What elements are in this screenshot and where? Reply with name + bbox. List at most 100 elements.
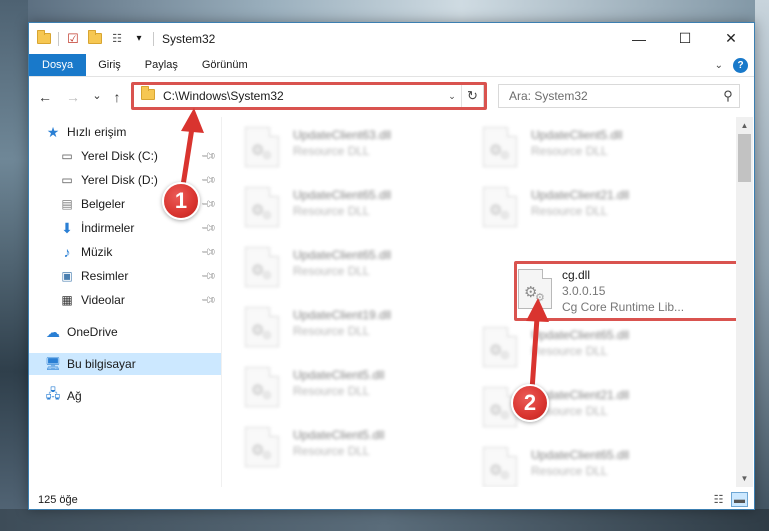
file-tile[interactable]: ⚙ ⚙ UpdateClient5.dll Resource DLL: [483, 123, 713, 175]
file-name: UpdateClient65.dll: [531, 328, 630, 342]
window-controls: — ☐ ✕: [616, 23, 754, 54]
pin-icon: 📌︎: [200, 291, 218, 309]
forward-button[interactable]: →: [63, 86, 83, 108]
quick-access-toolbar: ☑ ☷ ▾: [29, 30, 154, 47]
toolbar-divider: [58, 31, 59, 46]
sidebar-item-network[interactable]: 🖧︎ Ağ: [29, 385, 221, 407]
file-tile[interactable]: ⚙ ⚙ UpdateClient65.dll Resource DLL: [483, 323, 713, 375]
properties-icon[interactable]: ☑: [65, 31, 81, 47]
back-button[interactable]: ←: [35, 86, 55, 108]
sidebar-item-drive-c[interactable]: ▭ Yerel Disk (C:) 📌︎: [29, 145, 221, 167]
dll-file-icon: ⚙ ⚙: [483, 447, 517, 487]
maximize-button[interactable]: ☐: [662, 23, 708, 54]
file-list: ⚙ ⚙ UpdateClient63.dll Resource DLL ⚙ ⚙ Upd…: [225, 117, 736, 487]
address-dropdown-icon[interactable]: ⌄: [443, 91, 461, 102]
desktop-background-left: [0, 0, 28, 531]
file-description: Resource DLL: [293, 384, 370, 398]
address-bar[interactable]: C:\Windows\System32 ⌄ ↻: [133, 84, 484, 108]
details-view-button[interactable]: ☷: [710, 492, 727, 507]
sidebar-item-label: Ağ: [67, 389, 82, 403]
sidebar-item-label: OneDrive: [67, 325, 118, 339]
file-tile[interactable]: ⚙ ⚙ UpdateClient5.dll Resource DLL: [245, 423, 475, 475]
customize-toolbar-button[interactable]: ▾: [131, 31, 147, 47]
address-folder-icon: [141, 86, 155, 103]
expand-ribbon-icon[interactable]: ⌄: [715, 60, 723, 71]
status-bar: 125 öğe ☷ ▬: [29, 489, 754, 511]
dll-file-icon: ⚙ ⚙: [245, 127, 279, 167]
desktop-background-bottom: [0, 509, 769, 531]
dll-file-icon: ⚙ ⚙: [245, 247, 279, 287]
file-tile[interactable]: ⚙ ⚙ UpdateClient65.dll Resource DLL: [245, 243, 475, 295]
file-tile[interactable]: ⚙ ⚙ UpdateClient65.dll Resource DLL: [245, 183, 475, 235]
scroll-up-icon[interactable]: ▲: [736, 117, 753, 134]
file-name: UpdateClient65.dll: [293, 188, 392, 202]
sidebar-item-this-pc[interactable]: 🖥︎ Bu bilgisayar: [29, 353, 221, 375]
new-folder-icon[interactable]: [87, 30, 103, 47]
tab-dosya[interactable]: Dosya: [29, 54, 87, 76]
network-icon: 🖧︎: [45, 386, 61, 401]
desktop-background-right: [755, 0, 769, 531]
file-name: UpdateClient5.dll: [293, 428, 385, 442]
step-badge-2: 2: [511, 384, 549, 422]
sidebar-item-label: İndirmeler: [81, 221, 135, 235]
minimize-button[interactable]: —: [616, 23, 662, 54]
file-tile[interactable]: ⚙ ⚙ UpdateClient21.dll Resource DLL: [483, 183, 713, 235]
up-button[interactable]: ↑: [107, 86, 127, 108]
sidebar-item-label: Müzik: [81, 245, 113, 259]
file-name: UpdateClient5.dll: [531, 128, 623, 142]
file-tile[interactable]: ⚙ ⚙ UpdateClient65.dll Resource DLL: [483, 443, 713, 487]
pin-icon: 📌︎: [200, 267, 218, 285]
sidebar-item-downloads[interactable]: ⬇ İndirmeler 📌︎: [29, 217, 221, 239]
dll-file-icon: ⚙ ⚙: [245, 427, 279, 467]
close-button[interactable]: ✕: [708, 23, 754, 54]
desktop-background-top: [0, 0, 769, 22]
ribbon-right-controls: ⌄ ?: [715, 54, 754, 76]
file-tile[interactable]: ⚙ ⚙ UpdateClient19.dll Resource DLL: [245, 303, 475, 355]
view-options-icon[interactable]: ☷: [109, 31, 125, 47]
vertical-scrollbar[interactable]: ▲ ▼: [736, 117, 753, 487]
pin-icon: 📌︎: [200, 147, 218, 165]
scroll-down-icon[interactable]: ▼: [736, 470, 753, 487]
sidebar-item-pictures[interactable]: ▣ Resimler 📌︎: [29, 265, 221, 287]
folder-icon: [36, 30, 52, 47]
file-name: cg.dll: [562, 268, 591, 282]
file-description: Resource DLL: [293, 204, 370, 218]
scroll-thumb[interactable]: [738, 134, 751, 182]
tab-paylas[interactable]: Paylaş: [133, 54, 190, 76]
dll-file-icon: ⚙ ⚙: [245, 367, 279, 407]
pin-icon: 📌︎: [200, 171, 218, 189]
music-icon: ♪: [63, 244, 71, 260]
file-name: UpdateClient63.dll: [293, 128, 392, 142]
refresh-button[interactable]: ↻: [461, 85, 483, 107]
ribbon-tabs: Dosya Giriş Paylaş Görünüm ⌄ ?: [29, 54, 754, 77]
file-explorer-window: ☑ ☷ ▾ System32 — ☐ ✕ Dosya Giriş Paylaş …: [28, 22, 755, 510]
file-description: Resource DLL: [293, 264, 370, 278]
sidebar-item-videos[interactable]: ▦ Videolar 📌︎: [29, 289, 221, 311]
documents-icon: ▤: [61, 197, 73, 211]
drive-d-icon: ▭: [61, 173, 73, 187]
view-switcher: ☷ ▬: [710, 492, 748, 507]
sidebar-item-onedrive[interactable]: ☁ OneDrive: [29, 321, 221, 343]
search-icon[interactable]: ⚲: [717, 88, 739, 104]
downloads-icon: ⬇: [61, 219, 73, 236]
sidebar-item-music[interactable]: ♪ Müzik 📌︎: [29, 241, 221, 263]
search-input[interactable]: Ara: System32: [509, 89, 717, 103]
pin-icon: 📌︎: [200, 195, 218, 213]
file-description: Resource DLL: [531, 464, 608, 478]
sidebar-item-label: Belgeler: [81, 197, 126, 211]
file-description: Resource DLL: [293, 144, 370, 158]
file-tile[interactable]: ⚙ ⚙ UpdateClient63.dll Resource DLL: [245, 123, 475, 175]
file-name: UpdateClient5.dll: [293, 368, 385, 382]
search-box[interactable]: Ara: System32 ⚲: [498, 84, 740, 108]
sidebar-item-quick-access[interactable]: ★ Hızlı erişim: [29, 121, 221, 143]
address-path[interactable]: C:\Windows\System32: [163, 89, 443, 103]
pane-divider: [221, 117, 222, 487]
tiles-view-button[interactable]: ▬: [731, 492, 748, 507]
help-icon[interactable]: ?: [733, 57, 748, 73]
file-tile-cg-dll[interactable]: ⚙ ⚙ cg.dll 3.0.0.15 Cg Core Runtime Lib..…: [518, 265, 733, 317]
tab-giris[interactable]: Giriş: [86, 54, 133, 76]
tab-gorunum[interactable]: Görünüm: [190, 54, 260, 76]
recent-locations-button[interactable]: ⌄: [87, 84, 107, 106]
file-description: Resource DLL: [293, 444, 370, 458]
file-tile[interactable]: ⚙ ⚙ UpdateClient5.dll Resource DLL: [245, 363, 475, 415]
